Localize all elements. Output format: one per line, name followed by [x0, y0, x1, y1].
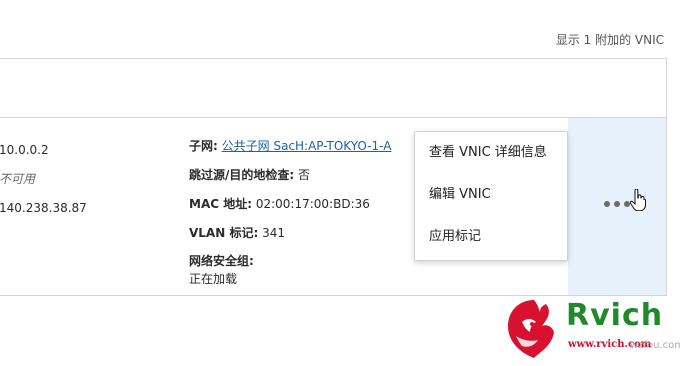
- subnet-label: 子网:: [189, 139, 218, 153]
- vlan-value: 341: [262, 226, 285, 240]
- menu-item-view-vnic-details[interactable]: 查看 VNIC 详细信息: [415, 132, 567, 174]
- dragon-logo-icon: [508, 300, 554, 358]
- ip-status: 不可用: [0, 172, 36, 186]
- watermark: Rvich www.rvich.com wzfou.com: [500, 294, 680, 366]
- nsg-label: 网络安全组:: [189, 254, 254, 268]
- mac-value: 02:00:17:00:BD:36: [255, 197, 370, 211]
- mac-line: MAC 地址: 02:00:17:00:BD:36: [189, 194, 391, 223]
- hand-pointer-icon: [630, 189, 646, 211]
- menu-item-edit-vnic[interactable]: 编辑 VNIC: [415, 174, 567, 216]
- private-ip: 10.0.0.2: [0, 143, 49, 157]
- nsg-block: 网络安全组: 正在加载: [189, 252, 391, 288]
- vlan-label: VLAN 标记:: [189, 226, 259, 240]
- ip-column: 10.0.0.2 不可用 140.238.38.87: [0, 136, 87, 223]
- watermark-brand: Rvich: [566, 298, 664, 333]
- menu-item-apply-tags[interactable]: 应用标记: [415, 216, 567, 258]
- subnet-link[interactable]: 公共子网 SacH:AP-TOKYO-1-A: [222, 139, 392, 153]
- more-dots-icon[interactable]: [604, 201, 630, 207]
- vlan-line: VLAN 标记: 341: [189, 223, 391, 252]
- skip-check-line: 跳过源/目的地检查: 否: [189, 165, 391, 194]
- nsg-value: 正在加载: [189, 272, 238, 286]
- public-ip: 140.238.38.87: [0, 201, 87, 215]
- row-actions-cell[interactable]: [568, 118, 666, 295]
- vnic-details-column: 子网: 公共子网 SacH:AP-TOKYO-1-A 跳过源/目的地检查: 否 …: [189, 136, 391, 288]
- vnic-count-label: 显示 1 附加的 VNIC: [555, 33, 664, 47]
- row-actions-menu: 查看 VNIC 详细信息 编辑 VNIC 应用标记: [414, 131, 568, 261]
- skip-check-value: 否: [298, 168, 311, 182]
- table-header: [0, 59, 666, 118]
- watermark-url-secondary: wzfou.com: [630, 340, 680, 351]
- subnet-line: 子网: 公共子网 SacH:AP-TOKYO-1-A: [189, 136, 391, 165]
- mac-label: MAC 地址:: [189, 197, 253, 211]
- skip-check-label: 跳过源/目的地检查:: [189, 168, 295, 182]
